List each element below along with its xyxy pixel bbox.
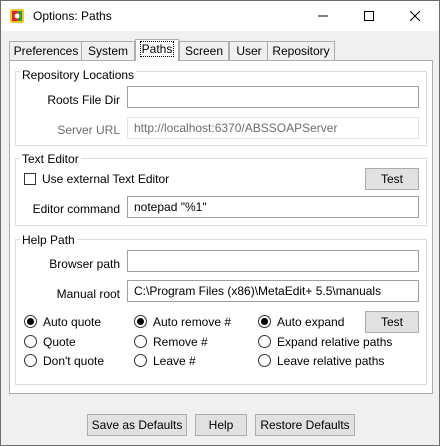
minimize-icon xyxy=(318,15,328,17)
help-path-group-title: Help Path xyxy=(20,233,77,247)
text-editor-test-button[interactable]: Test xyxy=(365,168,419,190)
tab-label: Paths xyxy=(139,41,175,57)
use-external-editor-label: Use external Text Editor xyxy=(42,172,170,186)
manual-root-input[interactable]: C:\Program Files (x86)\MetaEdit+ 5.5\man… xyxy=(127,280,419,302)
help-button[interactable]: Help xyxy=(195,414,247,436)
manual-root-label: Manual root xyxy=(56,287,120,301)
minimize-button[interactable] xyxy=(300,1,346,31)
remove-label: Remove # xyxy=(153,335,208,349)
tab-user[interactable]: User xyxy=(229,41,269,60)
dont-quote-label: Don't quote xyxy=(43,354,105,368)
tab-preferences[interactable]: Preferences xyxy=(9,41,83,60)
close-button[interactable] xyxy=(392,1,438,31)
tab-label: Screen xyxy=(184,44,224,58)
tab-label: Repository xyxy=(272,44,330,58)
quote-label: Quote xyxy=(43,335,76,349)
options-window: Options: Paths Preferences System Paths … xyxy=(0,0,440,446)
tab-screen[interactable]: Screen xyxy=(179,41,229,60)
leave-label: Leave # xyxy=(153,354,196,368)
window-title: Options: Paths xyxy=(33,9,112,23)
tab-system[interactable]: System xyxy=(81,41,135,60)
close-icon xyxy=(410,11,420,21)
expand-relative-label: Expand relative paths xyxy=(277,335,393,349)
roots-file-dir-label: Roots File Dir xyxy=(47,93,120,107)
remove-radio[interactable] xyxy=(134,335,147,348)
auto-expand-label: Auto expand xyxy=(277,315,345,329)
use-external-editor-checkbox[interactable] xyxy=(24,173,36,185)
title-bar: Options: Paths xyxy=(1,1,439,31)
browser-path-label: Browser path xyxy=(49,257,120,271)
dont-quote-radio[interactable] xyxy=(24,354,37,367)
maximize-icon xyxy=(364,11,374,21)
tab-label: User xyxy=(236,44,262,58)
tab-label: System xyxy=(87,44,128,58)
server-url-input: http://localhost:6370/ABSSOAPServer xyxy=(127,117,419,139)
auto-quote-label: Auto quote xyxy=(43,315,102,329)
quote-radio[interactable] xyxy=(24,335,37,348)
tab-repository[interactable]: Repository xyxy=(267,41,335,60)
maximize-button[interactable] xyxy=(346,1,392,31)
server-url-label: Server URL xyxy=(57,123,120,137)
paths-panel: Repository Locations Roots File Dir Serv… xyxy=(9,60,433,394)
restore-defaults-button[interactable]: Restore Defaults xyxy=(255,414,355,436)
app-icon xyxy=(10,9,24,23)
save-as-defaults-button[interactable]: Save as Defaults xyxy=(87,414,187,436)
editor-command-input[interactable]: notepad "%1" xyxy=(127,196,419,218)
auto-expand-radio[interactable] xyxy=(258,315,271,328)
expand-relative-radio[interactable] xyxy=(258,335,271,348)
roots-file-dir-input[interactable] xyxy=(127,86,419,108)
leave-relative-radio[interactable] xyxy=(258,354,271,367)
auto-quote-radio[interactable] xyxy=(24,315,37,328)
leave-relative-label: Leave relative paths xyxy=(277,354,385,368)
auto-remove-label: Auto remove # xyxy=(153,315,232,329)
help-path-test-button[interactable]: Test xyxy=(365,311,419,333)
leave-radio[interactable] xyxy=(134,354,147,367)
browser-path-input[interactable] xyxy=(127,250,419,272)
tab-label: Preferences xyxy=(13,44,79,58)
editor-command-label: Editor command xyxy=(32,202,120,216)
text-editor-group-title: Text Editor xyxy=(20,152,81,166)
auto-remove-radio[interactable] xyxy=(134,315,147,328)
tab-paths[interactable]: Paths xyxy=(135,39,179,61)
repository-group-title: Repository Locations xyxy=(20,68,137,82)
